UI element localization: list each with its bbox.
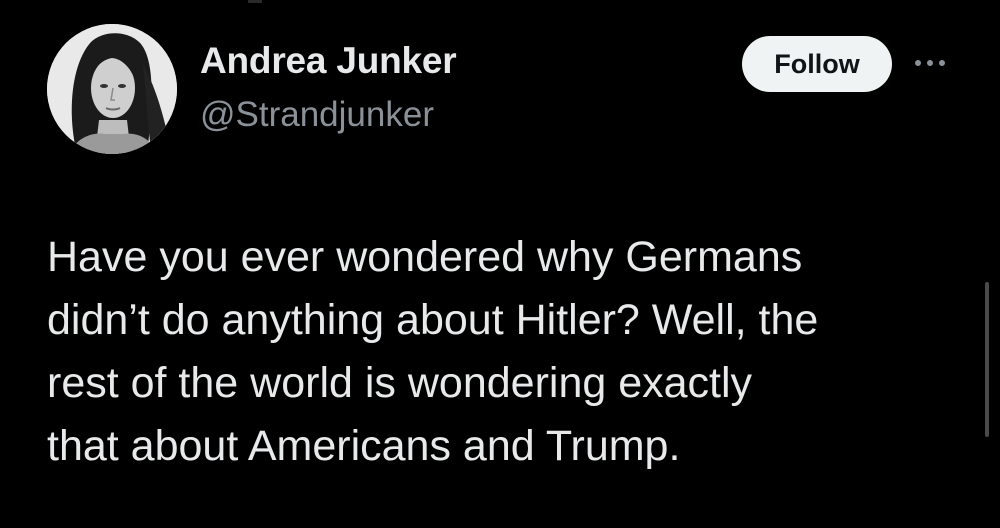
tweet-line: didn’t do anything about Hitler? Well, t… [47,296,819,344]
clipped-element [248,0,262,3]
scrollbar[interactable] [985,282,989,437]
profile-photo-icon [47,24,177,154]
avatar[interactable] [47,24,177,154]
tweet-line: rest of the world is wondering exactly [47,359,753,407]
tweet-line: Have you ever wondered why Germans [47,233,803,281]
follow-button[interactable]: Follow [742,36,892,92]
tweet-body: Have you ever wondered why Germans didn’… [47,226,967,478]
tweet-line: that about Americans and Trump. [47,422,681,470]
tweet-card: Andrea Junker @Strandjunker Follow Have … [0,0,1000,528]
author-display-name[interactable]: Andrea Junker [200,40,457,82]
author-handle[interactable]: @Strandjunker [200,95,434,135]
ellipsis-icon[interactable] [912,55,948,71]
